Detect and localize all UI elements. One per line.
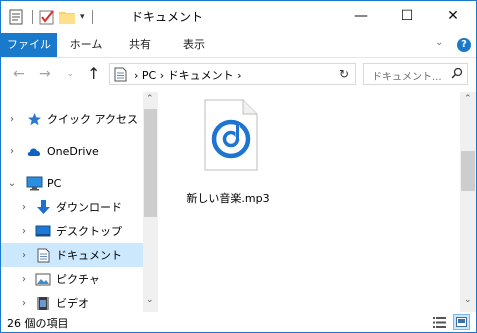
recent-locations-icon[interactable]: ⌄ — [67, 69, 74, 78]
scroll-up-icon[interactable]: ⌃ — [464, 94, 472, 104]
expand-ribbon-icon[interactable]: ⌄ — [435, 37, 443, 48]
expand-chevron-icon[interactable]: › — [19, 274, 29, 285]
video-icon — [34, 294, 52, 312]
item-count: 26 個の項目 — [7, 317, 69, 330]
navigation-bar: ← → ⌄ ↑ › PC › ドキュメント › ⌄ ↻ ドキュメント... — [1, 58, 476, 92]
expand-chevron-icon[interactable]: › — [19, 226, 29, 237]
cloud-icon — [25, 142, 43, 160]
tree-item-label: ドキュメント — [56, 249, 122, 262]
star-icon — [25, 110, 43, 128]
tree-item-downloads[interactable]: › ダウンロード — [1, 195, 143, 219]
tab-home[interactable]: ホーム — [61, 33, 111, 57]
checkmark-icon[interactable] — [38, 8, 56, 26]
expand-chevron-icon[interactable]: › — [19, 298, 29, 309]
computer-icon — [25, 174, 43, 192]
explorer-window: ▾ ドキュメント — ☐ ✕ ファイル ホーム 共有 表示 ⌄ ? ← → ⌄ … — [0, 0, 477, 333]
quick-access-toolbar: ▾ — [7, 7, 98, 27]
status-bar: 26 個の項目 — [1, 312, 476, 332]
scroll-down-icon[interactable]: ⌄ — [464, 295, 472, 305]
title-bar: ▾ ドキュメント — ☐ ✕ — [1, 1, 476, 33]
up-arrow-icon[interactable]: ↑ — [87, 64, 100, 83]
tree-item-label: ダウンロード — [56, 201, 122, 214]
expand-chevron-icon[interactable]: › — [7, 146, 17, 157]
properties-icon[interactable] — [7, 8, 25, 26]
large-icons-view-icon[interactable] — [453, 314, 470, 330]
tree-item-label: ピクチャ — [56, 273, 100, 286]
details-view-icon[interactable] — [431, 314, 448, 330]
back-arrow-icon[interactable]: ← — [13, 66, 25, 82]
tree-item-label: デスクトップ — [56, 225, 122, 238]
content-scrollbar[interactable]: ⌃ ⌄ — [460, 92, 476, 312]
document-icon — [114, 67, 127, 85]
window-title: ドキュメント — [131, 10, 204, 24]
tree-item-label: OneDrive — [47, 144, 99, 158]
minimize-button[interactable]: — — [338, 1, 384, 31]
pictures-icon — [34, 270, 52, 288]
tab-view[interactable]: 表示 — [169, 33, 219, 57]
close-button[interactable]: ✕ — [430, 1, 476, 31]
scroll-down-icon[interactable]: ⌄ — [146, 295, 154, 305]
search-placeholder: ドキュメント... — [372, 72, 442, 83]
desktop-icon — [34, 222, 52, 240]
scroll-up-icon[interactable]: ⌃ — [146, 94, 154, 104]
tree-item-label: クイック アクセス — [47, 113, 138, 126]
tree-item-pictures[interactable]: › ピクチャ — [1, 267, 143, 291]
navigation-pane-scrollbar[interactable]: ⌃ ⌄ — [143, 92, 158, 312]
tree-item-desktop[interactable]: › デスクトップ — [1, 219, 143, 243]
expand-chevron-icon[interactable]: › — [7, 114, 17, 125]
collapse-chevron-icon[interactable]: ⌄ — [7, 178, 17, 189]
refresh-button[interactable]: ↻ — [333, 63, 356, 85]
forward-arrow-icon[interactable]: → — [39, 66, 51, 82]
help-icon[interactable]: ? — [457, 38, 471, 52]
expand-chevron-icon[interactable]: › — [19, 202, 29, 213]
file-list-area[interactable]: 新しい音楽.mp3 — [158, 92, 460, 312]
groove-music-icon — [204, 99, 258, 171]
ribbon-tabs: ファイル ホーム 共有 表示 ⌄ ? — [1, 33, 476, 57]
file-item[interactable]: 新しい音楽.mp3 — [183, 98, 273, 205]
maximize-button[interactable]: ☐ — [384, 1, 430, 31]
file-name[interactable]: 新しい音楽.mp3 — [183, 190, 273, 206]
toolbar-separator — [32, 10, 33, 24]
scrollbar-thumb[interactable] — [461, 151, 475, 191]
expand-chevron-icon[interactable]: › — [19, 250, 29, 261]
tab-share[interactable]: 共有 — [115, 33, 165, 57]
download-arrow-icon — [34, 198, 52, 216]
toolbar-separator — [91, 10, 93, 24]
refresh-icon: ↻ — [338, 67, 350, 81]
tree-item-onedrive[interactable]: › OneDrive — [1, 139, 143, 163]
navigation-pane: › クイック アクセス › OneDrive ⌄ PC › ダウンロード › デ… — [1, 92, 143, 312]
tree-item-pc[interactable]: ⌄ PC — [1, 171, 143, 195]
toolbar-dropdown-icon[interactable]: ▾ — [80, 12, 85, 22]
tab-file[interactable]: ファイル — [1, 33, 57, 57]
tree-item-videos[interactable]: › ビデオ — [1, 291, 143, 312]
address-path[interactable]: › PC › ドキュメント › — [134, 67, 242, 83]
folder-icon[interactable] — [58, 8, 76, 26]
tree-item-quick-access[interactable]: › クイック アクセス — [1, 107, 143, 131]
address-bar[interactable]: › PC › ドキュメント › ⌄ — [109, 63, 356, 85]
tree-item-label: PC — [47, 176, 62, 190]
tree-item-label: ビデオ — [56, 297, 89, 310]
document-icon — [34, 246, 52, 264]
search-icon[interactable] — [451, 67, 463, 82]
scrollbar-thumb[interactable] — [144, 109, 157, 217]
tree-item-documents[interactable]: › ドキュメント — [1, 243, 143, 267]
search-box[interactable]: ドキュメント... — [363, 63, 468, 85]
